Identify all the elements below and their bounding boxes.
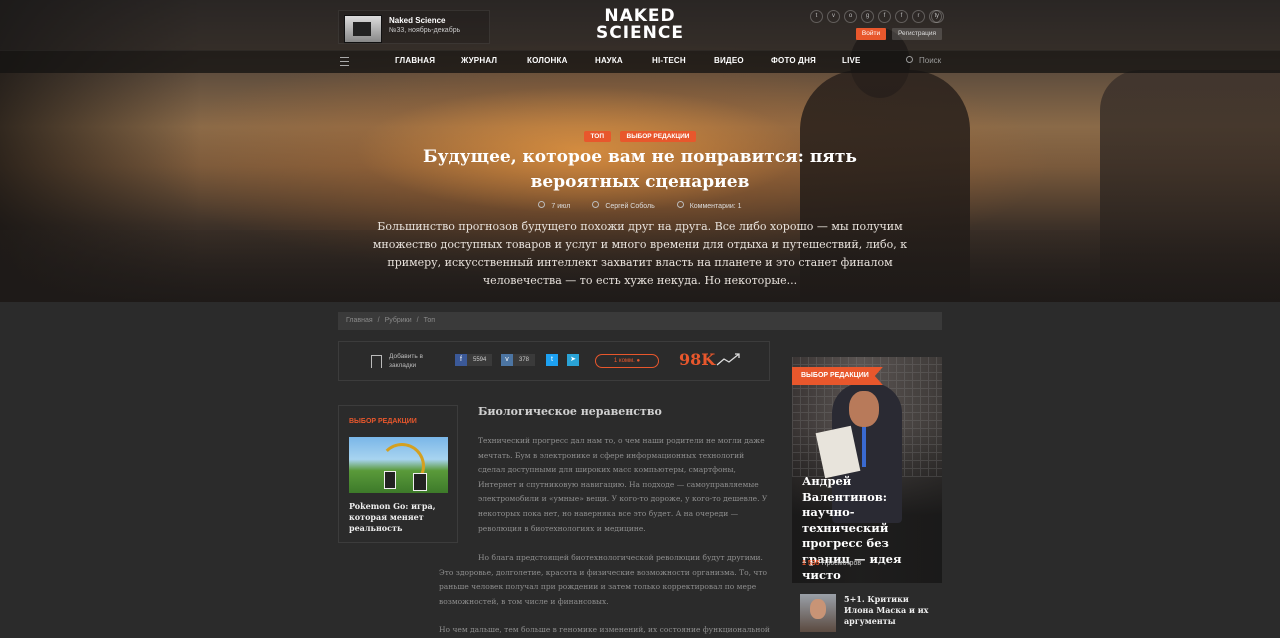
logo-line-2: SCIENCE [596, 23, 684, 43]
featured-article-views: 1 535 Просмотров [802, 560, 861, 567]
vk-share-button[interactable]: v 378 [501, 354, 536, 368]
article-paragraph-3: Но чем дальше, тем больше в геномике изм… [439, 625, 770, 634]
search-icon[interactable] [906, 56, 913, 63]
breadcrumb-top[interactable]: Топ [424, 317, 435, 324]
vk-share-count: 378 [513, 354, 536, 366]
odnoklassniki-icon[interactable]: o [844, 10, 857, 23]
user-icon [592, 201, 600, 208]
article-date: 7 июл [551, 203, 571, 210]
google-plus-icon[interactable]: g [861, 10, 874, 23]
magazine-cover-image[interactable] [344, 15, 382, 43]
bookmark-label[interactable]: Добавить в закладки [389, 352, 439, 370]
bookmark-icon[interactable] [371, 355, 382, 368]
tag-top[interactable]: ТОП [583, 131, 612, 142]
featured-person-face [849, 391, 879, 427]
article-lead: Большинство прогнозов будущего похожи др… [372, 220, 908, 287]
magazine-issue: №33, ноябрь-декабрь [389, 27, 461, 34]
breadcrumb-rubrics[interactable]: Рубрики [385, 317, 412, 324]
article-section-heading: Биологическое неравенство [478, 405, 662, 418]
nav-item-science[interactable]: НАУКА [595, 56, 623, 65]
nav-item-journal[interactable]: ЖУРНАЛ [461, 56, 497, 65]
pokemon-article-image[interactable] [349, 437, 448, 493]
magazine-promo[interactable]: Naked Science №33, ноябрь-декабрь [338, 10, 490, 44]
telegram-share-button[interactable]: ➤ [567, 354, 579, 368]
youtube-icon[interactable]: y [931, 10, 944, 23]
editors-choice-left[interactable]: ВЫБОР РЕДАКЦИИ Pokemon Go: игра, которая… [338, 405, 458, 543]
article-comments-link[interactable]: Комментарии: 1 [690, 203, 742, 210]
facebook-icon[interactable]: f [878, 10, 891, 23]
twitter-share-button[interactable]: t [546, 354, 558, 368]
article-paragraph-1: Технический прогресс дал нам то, о чем н… [478, 436, 768, 533]
top-bar: Naked Science №33, ноябрь-декабрь NAKED … [0, 0, 1280, 50]
main-nav: ГЛАВНАЯ ЖУРНАЛ КОЛОНКА НАУКА HI-TECH ВИД… [0, 50, 1280, 73]
trending-icon [716, 353, 740, 366]
article-meta: 7 июл Сергей Соболь Комментарии: 1 [0, 201, 1280, 210]
login-button[interactable]: Войти [856, 28, 886, 40]
search-field[interactable]: Поиск [906, 56, 941, 65]
facebook-share-button[interactable]: f 5594 [455, 354, 493, 368]
views-count: 98K [679, 350, 716, 369]
article-paragraph-2: Но блага предстоящей биотехнологической … [439, 553, 767, 606]
twitter-icon[interactable]: t [810, 10, 823, 23]
twitter-icon: t [546, 354, 558, 366]
clock-icon [538, 201, 546, 208]
flipboard-icon[interactable]: f [895, 10, 908, 23]
tag-editors-choice[interactable]: ВЫБОР РЕДАКЦИИ [619, 131, 697, 142]
rss-icon[interactable]: r [912, 10, 925, 23]
nav-item-photo-of-day[interactable]: ФОТО ДНЯ [771, 56, 816, 65]
nav-item-column[interactable]: КОЛОНКА [527, 56, 568, 65]
comments-button[interactable]: 1 комм. ● [595, 354, 659, 368]
comment-icon [676, 201, 684, 208]
hero-tags: ТОП ВЫБОР РЕДАКЦИИ [0, 125, 1280, 143]
article-title: Будущее, которое вам не понравится: пять… [423, 147, 857, 192]
nav-item-home[interactable]: ГЛАВНАЯ [395, 56, 435, 65]
telegram-icon: ➤ [567, 354, 579, 366]
facebook-icon: f [455, 354, 467, 366]
comments-button-label: 1 комм. [613, 358, 635, 364]
vk-icon: v [501, 354, 513, 366]
featured-views-label: Просмотров [821, 560, 862, 567]
magazine-title[interactable]: Naked Science [389, 16, 445, 25]
breadcrumb-home[interactable]: Главная [346, 317, 373, 324]
facebook-share-count: 5594 [467, 354, 493, 366]
related-article[interactable]: 5+1. Критики Илона Маска и их аргументы [792, 592, 942, 632]
comment-bubble-icon: ● [636, 358, 641, 364]
nav-item-video[interactable]: ВИДЕО [714, 56, 744, 65]
menu-icon[interactable] [340, 57, 349, 66]
editors-choice-right[interactable]: ВЫБОР РЕДАКЦИИ Андрей Валентинов: научно… [792, 357, 942, 583]
vk-icon[interactable]: v [827, 10, 840, 23]
search-placeholder: Поиск [919, 56, 942, 65]
article-author[interactable]: Сергей Соболь [605, 203, 654, 210]
breadcrumb: Главная / Рубрики / Топ [338, 312, 942, 330]
share-bar: Добавить в закладки f 5594 v 378 t ➤ 1 ком… [338, 341, 770, 381]
nav-item-live[interactable]: LIVE [842, 56, 861, 65]
pokemon-article-title[interactable]: Pokemon Go: игра, которая меняет реально… [349, 501, 449, 534]
related-article-title[interactable]: 5+1. Критики Илона Маска и их аргументы [844, 594, 936, 627]
featured-views-count: 1 535 [802, 560, 820, 567]
editors-choice-flag: ВЫБОР РЕДАКЦИИ [792, 367, 883, 385]
site-logo[interactable]: NAKED SCIENCE [590, 8, 690, 42]
register-button[interactable]: Регистрация [892, 28, 942, 40]
editors-choice-left-header: ВЫБОР РЕДАКЦИИ [349, 418, 417, 425]
nav-item-hitech[interactable]: HI-TECH [652, 56, 686, 65]
related-article-thumbnail[interactable] [800, 594, 836, 632]
featured-person-lanyard [862, 427, 866, 467]
